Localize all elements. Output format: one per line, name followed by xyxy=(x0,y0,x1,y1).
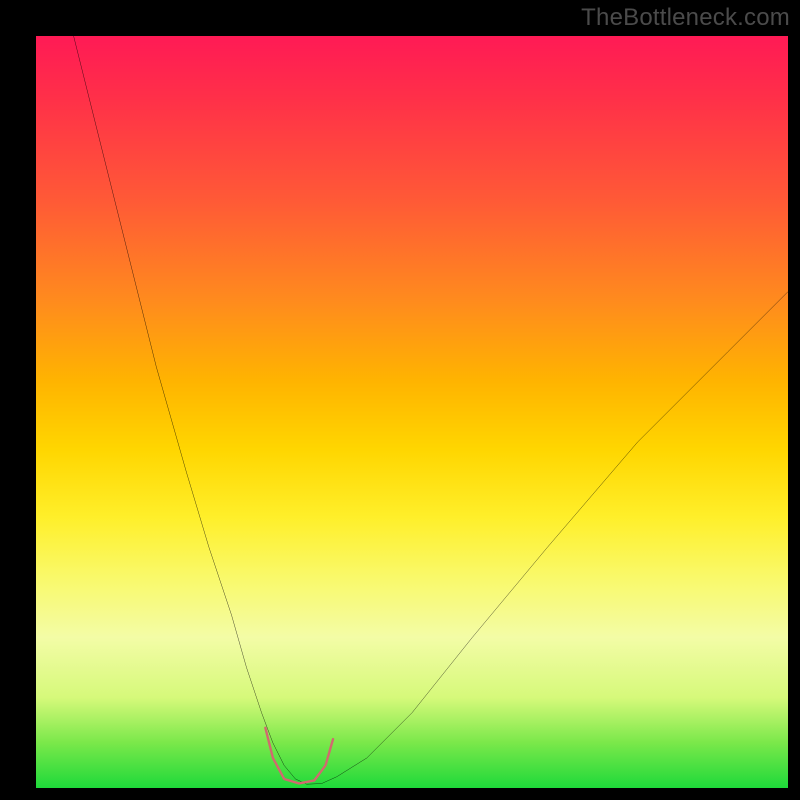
watermark-text: TheBottleneck.com xyxy=(581,4,790,32)
curve-layer xyxy=(36,36,788,788)
plot-area xyxy=(36,36,788,788)
valley-marker xyxy=(265,728,333,784)
bottleneck-curve xyxy=(74,36,788,784)
chart-frame: TheBottleneck.com xyxy=(0,0,800,800)
